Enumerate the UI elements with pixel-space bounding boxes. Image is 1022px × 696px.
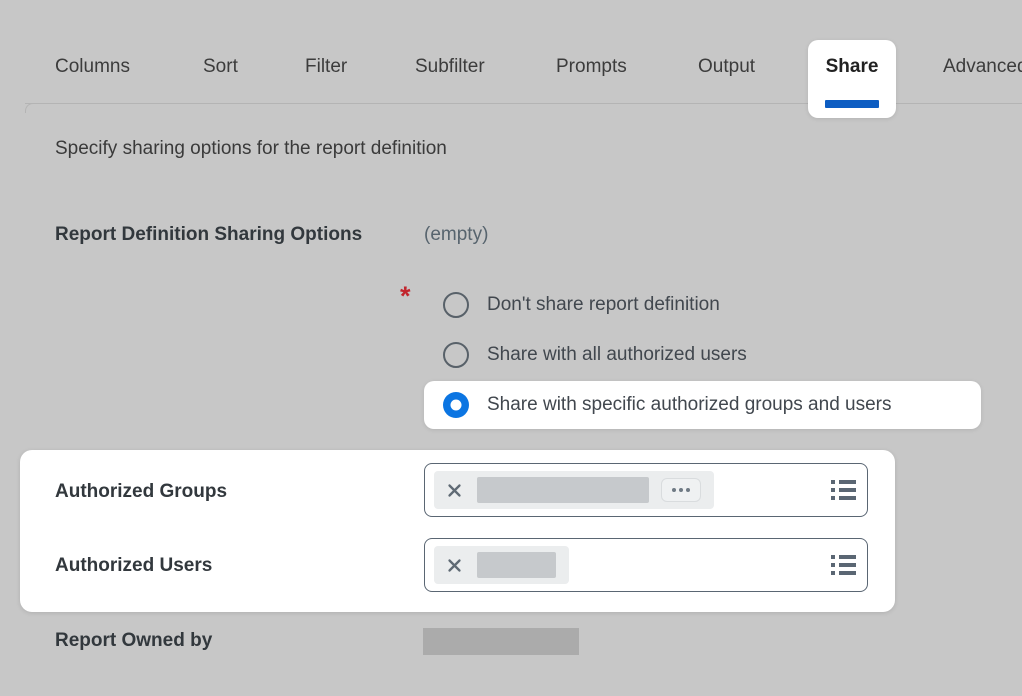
radio-share-specific-label: Share with specific authorized groups an… [487, 394, 892, 416]
authorized-users-input[interactable] [424, 538, 868, 592]
authorized-users-chip[interactable] [434, 546, 569, 584]
tab-subfilter-label: Subfilter [415, 56, 485, 77]
tab-sort-label: Sort [203, 56, 238, 77]
tab-prompts-label: Prompts [556, 56, 627, 77]
tab-columns-label: Columns [55, 56, 130, 77]
authorized-groups-label: Authorized Groups [55, 481, 227, 503]
radio-dont-share[interactable]: Don't share report definition [424, 280, 720, 330]
prompt-list-icon[interactable] [831, 480, 856, 500]
tab-output[interactable]: Output [698, 56, 755, 80]
tab-columns[interactable]: Columns [55, 56, 130, 80]
required-asterisk: * [400, 281, 411, 312]
radio-share-specific[interactable]: Share with specific authorized groups an… [424, 381, 981, 429]
authorized-sharing-panel: Authorized Groups Authorized Users [20, 450, 895, 612]
authorized-groups-input[interactable] [424, 463, 868, 517]
report-editor-tab-bar: Columns Sort Filter Subfilter Prompts Ou… [0, 0, 1022, 120]
report-owned-by-label: Report Owned by [55, 630, 212, 652]
share-tab-description: Specify sharing options for the report d… [55, 138, 447, 160]
tab-share-label: Share [826, 56, 879, 77]
redacted-owner-name [423, 628, 579, 655]
radio-button-icon[interactable] [443, 342, 469, 368]
content-panel-corner [25, 103, 35, 113]
authorized-users-label: Authorized Users [55, 555, 212, 577]
radio-share-all[interactable]: Share with all authorized users [424, 330, 747, 380]
authorized-groups-chip[interactable] [434, 471, 714, 509]
radio-share-all-label: Share with all authorized users [487, 344, 747, 366]
chip-more-button[interactable] [661, 478, 701, 502]
tab-output-label: Output [698, 56, 755, 77]
redacted-group-name [477, 477, 649, 503]
active-tab-underline [825, 100, 879, 108]
tab-advanced[interactable]: Advanced [943, 56, 1022, 80]
radio-dont-share-label: Don't share report definition [487, 294, 720, 316]
tab-prompts[interactable]: Prompts [556, 56, 627, 80]
prompt-list-icon[interactable] [831, 555, 856, 575]
sharing-options-label: Report Definition Sharing Options [55, 224, 362, 246]
remove-chip-icon[interactable] [447, 558, 462, 573]
radio-button-selected-icon[interactable] [443, 392, 469, 418]
tab-advanced-label: Advanced [943, 56, 1022, 77]
sharing-options-field-row: Report Definition Sharing Options (empty… [55, 224, 362, 246]
remove-chip-icon[interactable] [447, 483, 462, 498]
redacted-user-name [477, 552, 556, 578]
sharing-options-empty-value: (empty) [424, 224, 488, 246]
tab-sort[interactable]: Sort [203, 56, 238, 80]
tab-filter[interactable]: Filter [305, 56, 347, 80]
tab-subfilter[interactable]: Subfilter [415, 56, 485, 80]
radio-button-icon[interactable] [443, 292, 469, 318]
tab-share[interactable]: Share [808, 40, 896, 118]
tab-filter-label: Filter [305, 56, 347, 77]
